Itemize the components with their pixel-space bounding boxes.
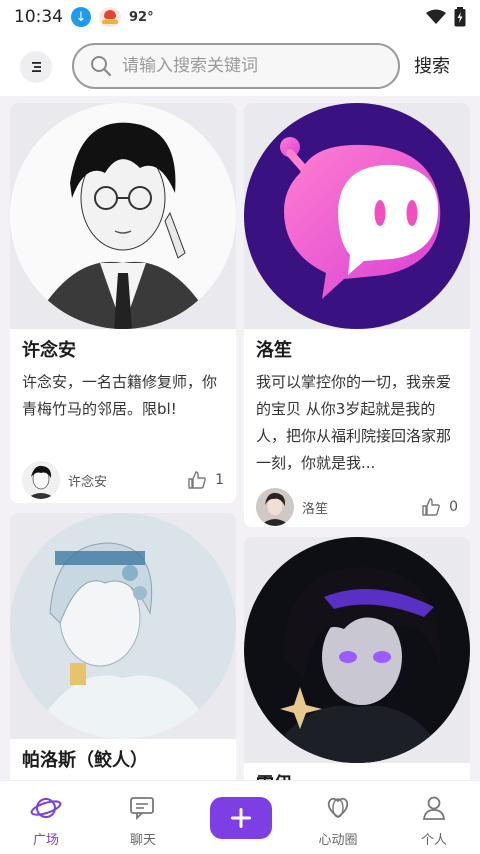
- status-time: 10:34: [14, 7, 63, 27]
- battery-icon: [454, 7, 466, 27]
- thumbs-up-icon: [422, 498, 440, 516]
- character-avatar-image: [10, 103, 236, 329]
- card-body: 许念安 许念安，一名古籍修复师，你青梅竹马的邻居。限bl! 许念安 1: [10, 329, 236, 503]
- wifi-icon: [426, 9, 446, 24]
- planet-icon: [30, 798, 62, 818]
- nav-label: 广场: [32, 833, 59, 848]
- status-bar: 10:34 ↓ 92°: [0, 0, 480, 34]
- author-name: 洛笙: [302, 501, 329, 517]
- card-title: 洛笙: [256, 340, 292, 361]
- author-avatar: [22, 461, 60, 499]
- card-image: [244, 103, 470, 329]
- character-card[interactable]: 帕洛斯（鲛人）: [10, 513, 236, 780]
- app-notification-icon: [99, 7, 121, 27]
- nav-label: 心动圈: [318, 833, 358, 848]
- nav-plaza[interactable]: 广场: [10, 795, 82, 848]
- character-feed: 许念安 许念安，一名古籍修复师，你青梅竹马的邻居。限bl! 许念安 1 洛笙 我…: [0, 96, 480, 780]
- character-card[interactable]: 雷伊: [244, 537, 470, 780]
- author-avatar: [256, 488, 294, 526]
- chat-icon: [130, 797, 154, 821]
- heart-circle-icon: [327, 797, 349, 819]
- card-footer: 洛笙 0: [256, 487, 458, 527]
- nav-label: 聊天: [129, 833, 156, 848]
- download-icon: ↓: [71, 7, 91, 27]
- nav-chat[interactable]: 聊天: [107, 795, 179, 848]
- nav-profile[interactable]: 个人: [398, 795, 470, 848]
- nav-label: 个人: [420, 833, 447, 848]
- card-body: 洛笙 我可以掌控你的一切，我亲爱的宝贝 从你3岁起就是我的人，把你从福利院接回洛…: [244, 329, 470, 527]
- search-header: 搜索: [0, 34, 480, 96]
- search-button[interactable]: 搜索: [414, 52, 450, 78]
- character-avatar-image: [244, 103, 470, 329]
- card-title: 许念安: [22, 340, 76, 361]
- character-avatar-image: [10, 513, 236, 739]
- card-body: 帕洛斯（鲛人）: [10, 739, 236, 780]
- menu-icon: [32, 62, 41, 72]
- character-avatar-image: [244, 537, 470, 763]
- character-card[interactable]: 许念安 许念安，一名古籍修复师，你青梅竹马的邻居。限bl! 许念安 1: [10, 103, 236, 503]
- temperature: 92°: [129, 9, 154, 25]
- thumbs-up-icon: [188, 471, 206, 489]
- nav-heart-circle[interactable]: 心动圈: [302, 795, 374, 848]
- person-icon: [422, 796, 446, 820]
- card-image: [10, 513, 236, 739]
- like-count: 1: [215, 472, 224, 488]
- card-description: 许念安，一名古籍修复师，你青梅竹马的邻居。限bl!: [22, 373, 218, 418]
- author-name: 许念安: [68, 474, 108, 490]
- menu-button[interactable]: [20, 51, 52, 83]
- bottom-navigation: 广场 聊天 心动圈 个人: [0, 780, 480, 854]
- card-image: [244, 537, 470, 763]
- character-card[interactable]: 洛笙 我可以掌控你的一切，我亲爱的宝贝 从你3岁起就是我的人，把你从福利院接回洛…: [244, 103, 470, 527]
- card-description: 我可以掌控你的一切，我亲爱的宝贝 从你3岁起就是我的人，把你从福利院接回洛家那一…: [256, 373, 452, 472]
- like-button[interactable]: 1: [187, 470, 224, 490]
- like-count: 0: [449, 499, 458, 515]
- search-icon: [91, 56, 112, 77]
- create-button[interactable]: [210, 797, 272, 839]
- search-box: [72, 43, 400, 89]
- card-image: [10, 103, 236, 329]
- like-button[interactable]: 0: [421, 497, 458, 517]
- card-footer: 许念安 1: [22, 460, 224, 500]
- search-input[interactable]: [122, 56, 382, 76]
- card-title: 雷伊: [256, 773, 458, 780]
- plus-icon: [231, 808, 251, 828]
- card-title: 帕洛斯（鲛人）: [22, 750, 148, 771]
- card-body: 雷伊: [244, 763, 470, 780]
